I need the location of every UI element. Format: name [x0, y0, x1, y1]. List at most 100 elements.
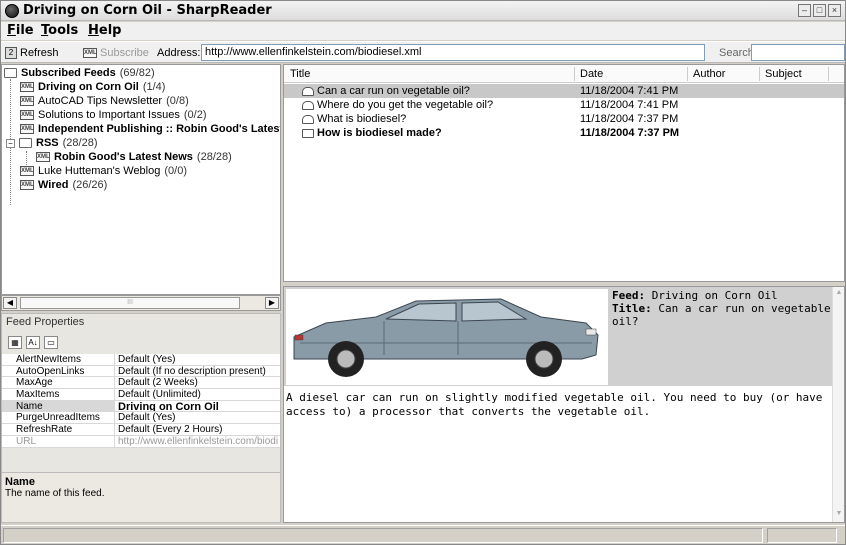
- property-key: Name: [2, 400, 115, 412]
- property-value[interactable]: http://www.ellenfinkelstein.com/biodi: [115, 435, 280, 447]
- column-separator[interactable]: [759, 67, 760, 81]
- address-label: Address:: [157, 47, 201, 59]
- scroll-down-icon[interactable]: ▼: [834, 510, 844, 520]
- property-value[interactable]: Default (If no description present): [115, 365, 280, 377]
- column-header-date[interactable]: Date: [580, 68, 603, 80]
- menu-tools[interactable]: Tools: [41, 23, 78, 38]
- property-value[interactable]: Default (Unlimited): [115, 389, 280, 400]
- property-grid: AlertNewItems Default (Yes) AutoOpenLink…: [2, 354, 280, 448]
- feed-properties-panel: Feed Properties ▦ A↓ ▭ AlertNewItems Def…: [1, 313, 281, 523]
- window-title: Driving on Corn Oil - SharpReader: [23, 3, 272, 18]
- xml-feed-icon: XML: [36, 152, 50, 162]
- tree-item-luke-hutteman[interactable]: XML Luke Hutteman's Weblog (0/0): [20, 165, 187, 177]
- tree-root-count: (69/82): [119, 67, 155, 79]
- property-row[interactable]: MaxItems Default (Unlimited): [2, 389, 280, 401]
- list-item[interactable]: Can a car run on vegetable oil? 11/18/20…: [284, 84, 844, 98]
- status-bar: [1, 525, 845, 544]
- item-list: Title Date Author Subject Can a car run …: [283, 64, 845, 282]
- column-header-author[interactable]: Author: [693, 68, 725, 80]
- list-item-date: 11/18/2004 7:41 PM: [580, 99, 679, 111]
- car-illustration: [293, 298, 599, 377]
- scrollbar-thumb[interactable]: III: [20, 297, 240, 309]
- tree-folder-rss[interactable]: − RSS (28/28): [6, 137, 97, 149]
- tree-item-driving-on-corn-oil[interactable]: XML Driving on Corn Oil (1/4): [20, 81, 165, 93]
- tree-item-wired[interactable]: XML Wired (26/26): [20, 179, 107, 191]
- address-input[interactable]: http://www.ellenfinkelstein.com/biodiese…: [201, 44, 705, 61]
- property-key: PurgeUnreadItems: [2, 412, 115, 424]
- tree-item-count: (28/28): [196, 151, 232, 163]
- property-row[interactable]: URL http://www.ellenfinkelstein.com/biod…: [2, 435, 280, 448]
- title-bar[interactable]: Driving on Corn Oil - SharpReader – □ ×: [1, 1, 845, 21]
- property-key: RefreshRate: [2, 424, 115, 435]
- property-value[interactable]: Driving on Corn Oil: [115, 400, 280, 412]
- property-value[interactable]: Default (Every 2 Hours): [115, 424, 280, 435]
- property-row[interactable]: AutoOpenLinks Default (If no description…: [2, 365, 280, 378]
- read-envelope-icon: [302, 114, 314, 124]
- column-separator[interactable]: [828, 67, 829, 81]
- property-row[interactable]: PurgeUnreadItems Default (Yes): [2, 412, 280, 425]
- tree-item-independent-publishing[interactable]: XML Independent Publishing :: Robin Good…: [20, 123, 280, 135]
- toolbar: 2 Refresh XML Subscribe Address: http://…: [1, 41, 845, 63]
- column-separator[interactable]: [574, 67, 575, 81]
- tree-root-subscribed-feeds[interactable]: Subscribed Feeds (69/82): [4, 67, 155, 79]
- read-envelope-icon: [302, 100, 314, 110]
- folder-open-icon: [4, 68, 17, 78]
- menu-help[interactable]: Help: [88, 23, 121, 38]
- window-controls: – □ ×: [798, 4, 841, 17]
- tree-item-label: Luke Hutteman's Weblog: [38, 165, 161, 177]
- maximize-button[interactable]: □: [813, 4, 826, 17]
- property-row[interactable]: RefreshRate Default (Every 2 Hours): [2, 424, 280, 436]
- property-value[interactable]: Default (Yes): [115, 412, 280, 424]
- property-description-text: The name of this feed.: [5, 488, 105, 499]
- menu-bar: File Tools Help: [1, 22, 845, 40]
- alphabetical-sort-icon[interactable]: A↓: [26, 335, 40, 349]
- tree-item-count: (0/8): [166, 95, 189, 107]
- app-globe-icon: [5, 4, 19, 18]
- property-row[interactable]: AlertNewItems Default (Yes): [2, 354, 280, 366]
- property-pages-icon[interactable]: ▭: [44, 335, 58, 349]
- tree-item-label: AutoCAD Tips Newsletter: [38, 95, 163, 107]
- menu-file[interactable]: File: [7, 23, 34, 38]
- property-key: MaxItems: [2, 389, 115, 400]
- scroll-left-icon[interactable]: ◀: [3, 297, 17, 309]
- tree-item-robin-good[interactable]: XML Robin Good's Latest News (28/28): [36, 151, 232, 163]
- list-item[interactable]: How is biodiesel made? 11/18/2004 7:37 P…: [284, 126, 844, 140]
- list-item-title: What is biodiesel?: [317, 113, 407, 125]
- tree-horizontal-scrollbar[interactable]: ◀ III ▶: [1, 295, 281, 311]
- tree-item-label: Driving on Corn Oil: [38, 81, 139, 93]
- property-key: URL: [2, 435, 115, 447]
- tree-root-label: Subscribed Feeds: [21, 67, 116, 79]
- properties-toolbar: ▦ A↓ ▭: [4, 332, 278, 352]
- minimize-button[interactable]: –: [798, 4, 811, 17]
- list-item[interactable]: Where do you get the vegetable oil? 11/1…: [284, 98, 844, 112]
- tree-item-label: Solutions to Important Issues: [38, 109, 180, 121]
- property-row[interactable]: MaxAge Default (2 Weeks): [2, 377, 280, 390]
- tree-item-solutions[interactable]: XML Solutions to Important Issues (0/2): [20, 109, 206, 121]
- tree-item-autocad-tips[interactable]: XML AutoCAD Tips Newsletter (0/8): [20, 95, 189, 107]
- scroll-up-icon[interactable]: ▲: [834, 289, 844, 299]
- scroll-right-icon[interactable]: ▶: [265, 297, 279, 309]
- subscribe-button[interactable]: XML Subscribe: [83, 45, 149, 61]
- refresh-icon: 2: [5, 47, 17, 59]
- feed-properties-legend: Feed Properties: [6, 316, 85, 328]
- column-header-subject[interactable]: Subject: [765, 68, 802, 80]
- collapse-icon[interactable]: −: [6, 138, 15, 148]
- search-input[interactable]: [751, 44, 845, 61]
- xml-feed-icon: XML: [20, 110, 34, 120]
- list-item-title: Can a car run on vegetable oil?: [317, 85, 470, 97]
- refresh-button[interactable]: 2 Refresh: [5, 45, 59, 61]
- tree-item-count: (26/26): [72, 179, 108, 191]
- column-separator[interactable]: [687, 67, 688, 81]
- feed-label: Feed:: [612, 289, 646, 302]
- preview-vertical-scrollbar[interactable]: ▲ ▼: [832, 287, 844, 522]
- xml-feed-icon: XML: [20, 124, 34, 134]
- property-row-selected[interactable]: Name Driving on Corn Oil: [2, 400, 280, 413]
- column-header-title[interactable]: Title: [290, 68, 310, 80]
- categorized-icon[interactable]: ▦: [8, 335, 22, 349]
- property-value[interactable]: Default (2 Weeks): [115, 377, 280, 389]
- list-item[interactable]: What is biodiesel? 11/18/2004 7:37 PM: [284, 112, 844, 126]
- xml-feed-icon: XML: [20, 82, 34, 92]
- property-value[interactable]: Default (Yes): [115, 354, 280, 365]
- property-key: AutoOpenLinks: [2, 365, 115, 377]
- close-button[interactable]: ×: [828, 4, 841, 17]
